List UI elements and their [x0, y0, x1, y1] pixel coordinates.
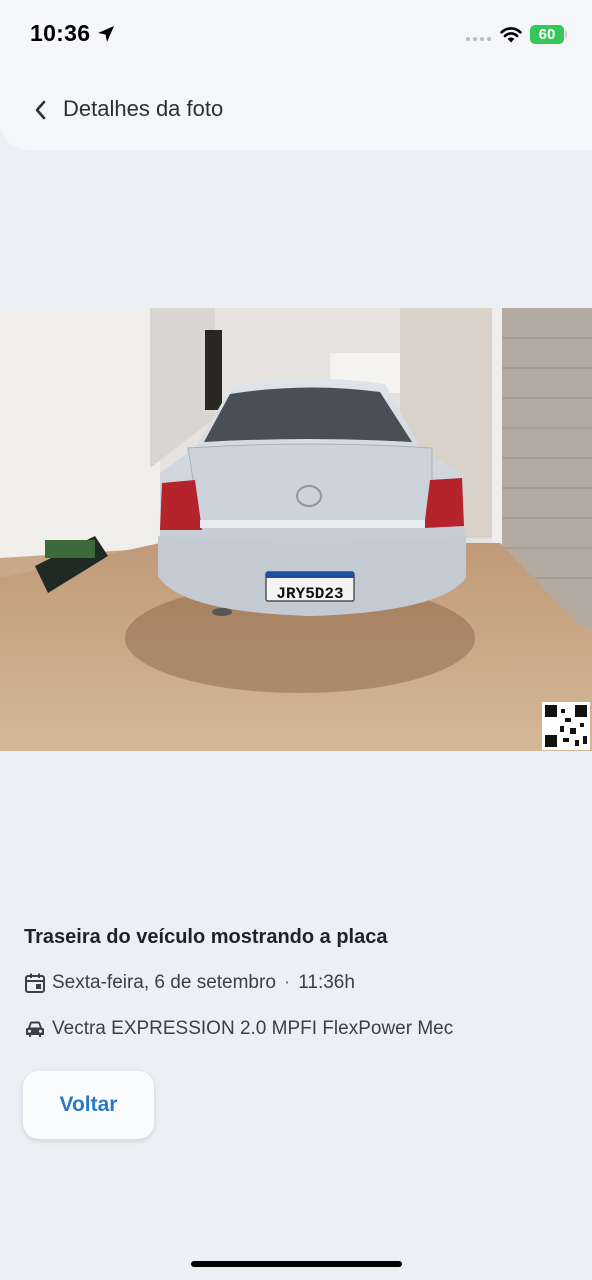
battery-level: 60 [538, 26, 556, 43]
vehicle-row: Vectra EXPRESSION 2.0 MPFI FlexPower Mec [24, 1018, 453, 1040]
status-time: 10:36 [30, 20, 91, 46]
car-icon [26, 1021, 44, 1037]
qr-code [542, 702, 590, 750]
battery-tip [565, 31, 567, 38]
photo-time: 11:36h [298, 972, 355, 993]
location-arrow-icon [98, 26, 114, 42]
date-separator: · [283, 972, 291, 993]
vehicle-photo-image: JRY5D23 [0, 308, 592, 751]
home-indicator[interactable] [191, 1261, 402, 1267]
voltar-button[interactable]: Voltar [23, 1071, 154, 1139]
app-header: Detalhes da foto [0, 70, 592, 150]
cellular-signal-icon [466, 37, 491, 41]
calendar-icon [25, 973, 45, 993]
wifi-icon [500, 27, 522, 43]
photo-date: Sexta-feira, 6 de setembro [52, 972, 276, 993]
back-button[interactable] [26, 90, 54, 130]
vehicle-model: Vectra EXPRESSION 2.0 MPFI FlexPower Mec [52, 1018, 454, 1039]
battery-icon: 60 [530, 25, 564, 44]
date-row: Sexta-feira, 6 de setembro · 11:36h [24, 972, 355, 994]
chevron-left-icon [35, 100, 46, 120]
license-plate-text: JRY5D23 [276, 585, 343, 603]
status-bar: 10:36 60 [0, 0, 592, 70]
vehicle-photo[interactable]: JRY5D23 [0, 308, 592, 751]
page-title: Detalhes da foto [63, 96, 224, 121]
photo-caption: Traseira do veículo mostrando a placa [24, 926, 388, 948]
